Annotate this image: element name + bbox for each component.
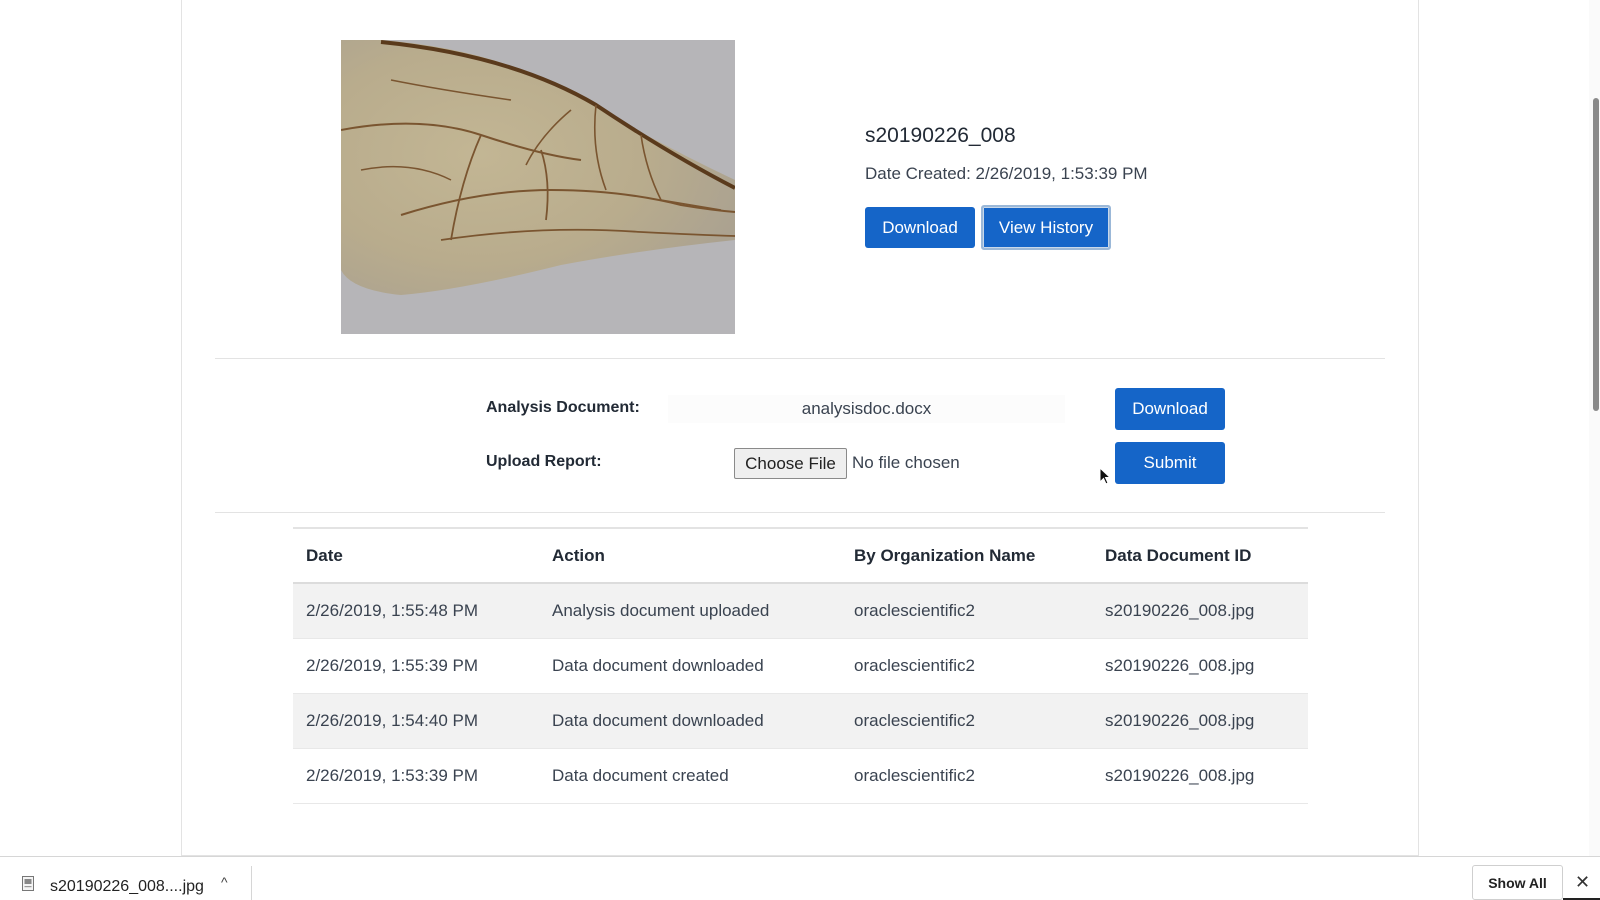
- cell-action: Data document created: [539, 748, 841, 804]
- cell-action: Data document downloaded: [539, 693, 841, 749]
- upload-report-label: Upload Report:: [486, 453, 602, 470]
- cell-date: 2/26/2019, 1:55:48 PM: [293, 583, 539, 639]
- column-header-action: Action: [539, 527, 841, 584]
- table-row: 2/26/2019, 1:55:48 PM Analysis document …: [293, 583, 1308, 639]
- section-divider: [215, 358, 1385, 359]
- insect-wing-illustration: [341, 40, 735, 334]
- browser-download-bar: [0, 856, 1600, 900]
- cell-date: 2/26/2019, 1:53:39 PM: [293, 748, 539, 804]
- mouse-cursor-icon: [1099, 467, 1111, 485]
- table-row: 2/26/2019, 1:55:39 PM Data document down…: [293, 638, 1308, 694]
- cell-organization: oraclescientific2: [841, 748, 1092, 804]
- cell-document-id: s20190226_008.jpg: [1092, 693, 1308, 749]
- chevron-up-icon[interactable]: ^: [221, 874, 228, 890]
- cell-document-id: s20190226_008.jpg: [1092, 748, 1308, 804]
- section-divider: [215, 512, 1385, 513]
- column-header-document-id: Data Document ID: [1092, 527, 1308, 584]
- cell-document-id: s20190226_008.jpg: [1092, 583, 1308, 639]
- close-icon[interactable]: ✕: [1575, 872, 1590, 893]
- image-file-icon: [22, 876, 34, 891]
- analysis-document-label: Analysis Document:: [486, 399, 640, 416]
- column-header-organization: By Organization Name: [841, 527, 1092, 584]
- cell-action: Analysis document uploaded: [539, 583, 841, 639]
- download-analysis-button[interactable]: Download: [1115, 388, 1225, 430]
- table-row: 2/26/2019, 1:54:40 PM Data document down…: [293, 693, 1308, 749]
- view-history-button[interactable]: View History: [981, 205, 1111, 250]
- cell-date: 2/26/2019, 1:54:40 PM: [293, 693, 539, 749]
- scrollbar-thumb[interactable]: [1593, 98, 1599, 411]
- submit-report-button[interactable]: Submit: [1115, 442, 1225, 484]
- cell-organization: oraclescientific2: [841, 583, 1092, 639]
- table-header-row: Date Action By Organization Name Data Do…: [293, 527, 1308, 584]
- cell-organization: oraclescientific2: [841, 638, 1092, 694]
- downloaded-file-item[interactable]: s20190226_008....jpg: [50, 878, 204, 896]
- specimen-image: [341, 40, 735, 334]
- analysis-document-filename: analysisdoc.docx: [668, 395, 1065, 423]
- download-bar-separator: [251, 866, 252, 900]
- cell-action: Data document downloaded: [539, 638, 841, 694]
- column-header-date: Date: [293, 527, 539, 584]
- table-row: 2/26/2019, 1:53:39 PM Data document crea…: [293, 748, 1308, 804]
- download-data-document-button[interactable]: Download: [865, 207, 975, 248]
- cell-date: 2/26/2019, 1:55:39 PM: [293, 638, 539, 694]
- document-title: s20190226_008: [865, 124, 1016, 147]
- history-table: Date Action By Organization Name Data Do…: [293, 527, 1308, 804]
- no-file-chosen-text: No file chosen: [852, 453, 960, 472]
- date-created: Date Created: 2/26/2019, 1:53:39 PM: [865, 164, 1148, 183]
- cell-organization: oraclescientific2: [841, 693, 1092, 749]
- cell-document-id: s20190226_008.jpg: [1092, 638, 1308, 694]
- choose-file-button[interactable]: Choose File: [734, 448, 847, 479]
- show-all-button[interactable]: Show All: [1472, 865, 1563, 900]
